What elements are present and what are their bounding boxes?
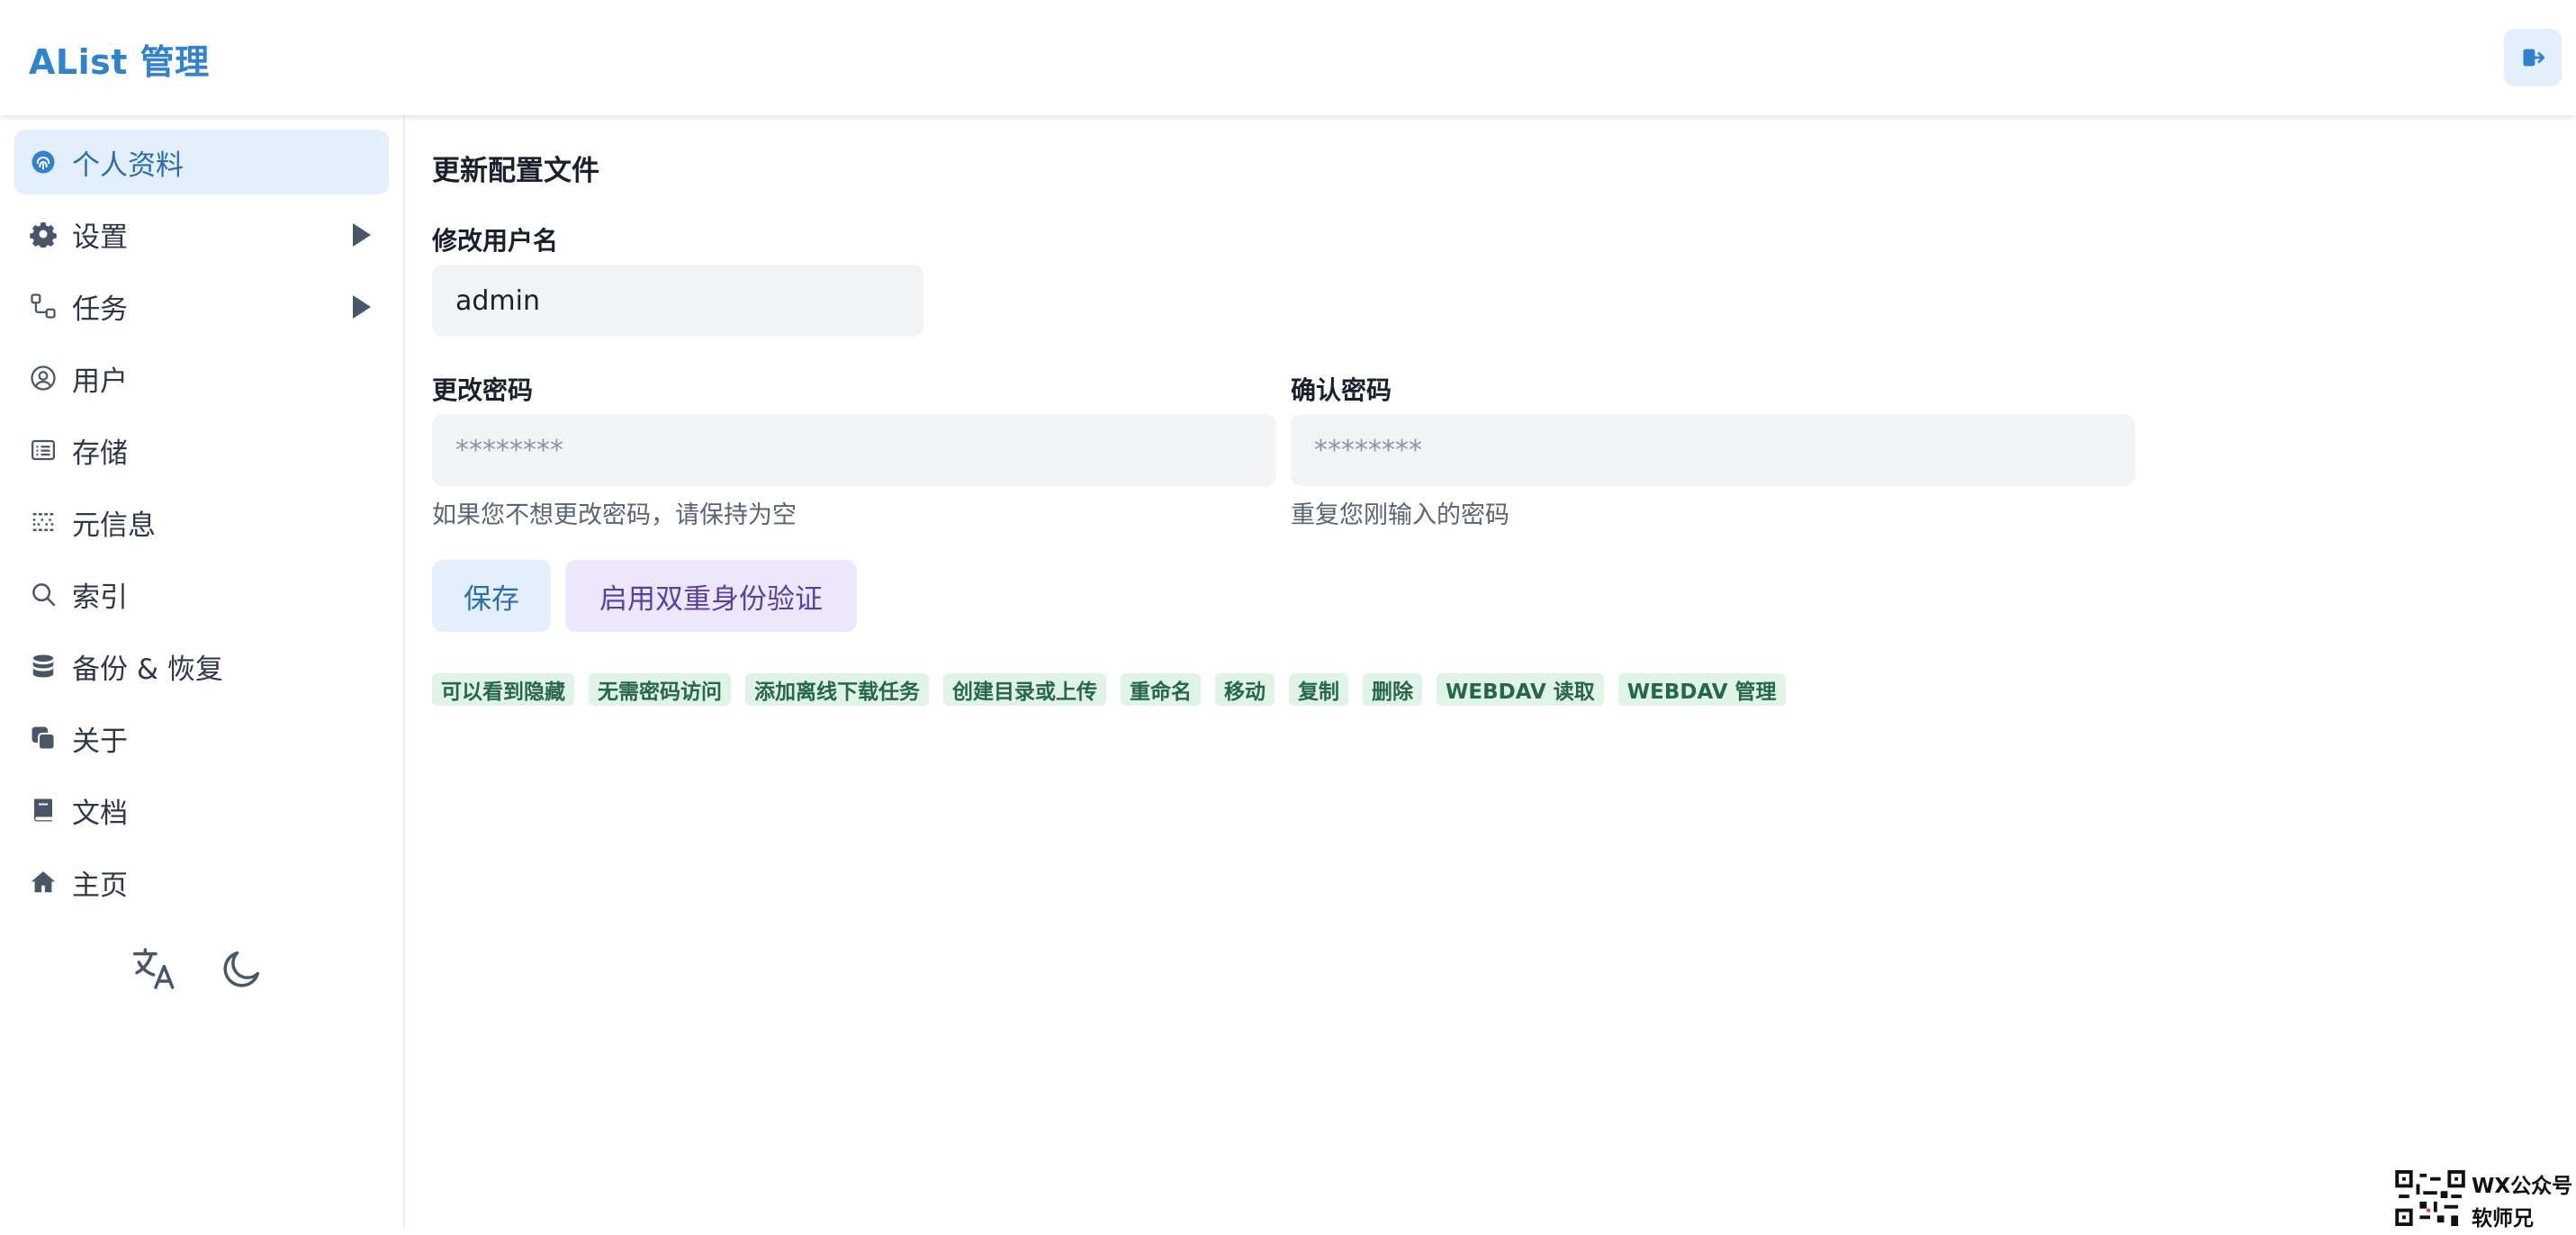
username-label: 修改用户名 xyxy=(432,226,559,256)
sidebar-item-profile[interactable]: 个人资料 xyxy=(14,130,389,194)
sidebar-item-metadata[interactable]: 元信息 xyxy=(14,490,389,554)
watermark-line-1: WX公众号 xyxy=(2472,1175,2573,1198)
page-title: 更新配置文件 xyxy=(432,155,599,187)
sidebar-item-settings[interactable]: 设置 xyxy=(14,202,389,266)
sidebar-item-storage[interactable]: 存储 xyxy=(14,418,389,482)
sidebar-item-label: 主页 xyxy=(72,869,128,902)
database-icon xyxy=(29,652,58,681)
sidebar-item-label: 存储 xyxy=(72,437,128,470)
sidebar-item-index[interactable]: 索引 xyxy=(14,562,389,627)
moon-icon xyxy=(223,951,260,987)
sidebar-item-tasks[interactable]: 任务 xyxy=(14,274,389,338)
qr-code-icon xyxy=(2395,1170,2465,1226)
caret-right-icon[interactable] xyxy=(351,223,371,250)
sidebar-item-about[interactable]: 关于 xyxy=(14,706,389,771)
fingerprint-icon xyxy=(29,148,58,176)
workflow-icon xyxy=(29,292,58,320)
username-input[interactable] xyxy=(432,265,923,337)
permission-tag: 创建目录或上传 xyxy=(943,673,1106,706)
language-switch-button[interactable] xyxy=(131,943,181,994)
storage-list-icon xyxy=(29,436,58,464)
translate-icon xyxy=(132,948,175,989)
sidebar-item-label: 关于 xyxy=(72,725,128,758)
permission-tag: WEBDAV 读取 xyxy=(1437,673,1604,706)
theme-toggle-button[interactable] xyxy=(217,943,267,994)
search-icon xyxy=(29,580,58,608)
app-brand[interactable]: AList 管理 xyxy=(29,34,210,84)
permission-tag: WEBDAV 管理 xyxy=(1617,673,1786,706)
sidebar-item-docs[interactable]: 文档 xyxy=(14,778,389,843)
permission-tag: 移动 xyxy=(1215,673,1274,706)
top-header: AList 管理 xyxy=(0,0,2576,115)
sidebar-tools xyxy=(131,943,267,994)
permission-tags: 可以看到隐藏 无需密码访问 添加离线下载任务 创建目录或上传 重命名 移动 复制… xyxy=(432,673,1786,706)
password-helper-text: 如果您不想更改密码，请保持为空 xyxy=(432,501,797,529)
watermark-line-2: 软师兄 xyxy=(2472,1207,2534,1230)
book-icon xyxy=(29,796,58,825)
confirm-password-helper-text: 重复您刚输入的密码 xyxy=(1291,501,1509,529)
sidebar-item-users[interactable]: 用户 xyxy=(14,346,389,410)
sidebar-item-label: 用户 xyxy=(72,365,128,398)
permission-tag: 复制 xyxy=(1289,673,1348,706)
password-label: 更改密码 xyxy=(432,375,534,405)
gear-icon xyxy=(29,220,58,248)
user-circle-icon xyxy=(29,364,58,392)
metadata-icon xyxy=(29,508,58,536)
permission-tag: 重命名 xyxy=(1121,673,1201,706)
permission-tag: 添加离线下载任务 xyxy=(745,673,929,706)
permission-tag: 删除 xyxy=(1363,673,1422,706)
permission-tag: 无需密码访问 xyxy=(589,673,731,706)
sidebar-item-label: 设置 xyxy=(72,221,128,254)
password-input[interactable] xyxy=(432,414,1276,486)
sidebar-item-backup-restore[interactable]: 备份 & 恢复 xyxy=(14,634,389,699)
watermark: WX公众号 软师兄 xyxy=(2394,1170,2572,1235)
sidebar-item-label: 个人资料 xyxy=(72,149,184,182)
sidebar-item-label: 文档 xyxy=(72,797,128,830)
sidebar-item-label: 备份 & 恢复 xyxy=(72,653,223,686)
enable-2fa-button[interactable]: 启用双重身份验证 xyxy=(565,560,857,632)
sidebar-item-label: 元信息 xyxy=(72,509,156,542)
permission-tag: 可以看到隐藏 xyxy=(432,673,574,706)
home-icon xyxy=(29,868,58,897)
watermark-text: WX公众号 软师兄 xyxy=(2472,1170,2572,1235)
logout-icon xyxy=(2523,49,2545,67)
save-button[interactable]: 保存 xyxy=(432,560,551,632)
sidebar: 个人资料 设置 任务 用户 存储 元信息 索引 备份 & 恢复 关于 文档 主页 xyxy=(0,115,405,1230)
confirm-password-input[interactable] xyxy=(1291,414,2135,486)
confirm-password-label: 确认密码 xyxy=(1291,375,1392,405)
sidebar-item-label: 任务 xyxy=(72,293,128,326)
copy-stack-icon xyxy=(29,724,58,753)
caret-right-icon[interactable] xyxy=(351,295,371,322)
sidebar-item-label: 索引 xyxy=(72,581,128,614)
logout-button[interactable] xyxy=(2504,29,2562,86)
sidebar-item-home[interactable]: 主页 xyxy=(14,850,389,915)
